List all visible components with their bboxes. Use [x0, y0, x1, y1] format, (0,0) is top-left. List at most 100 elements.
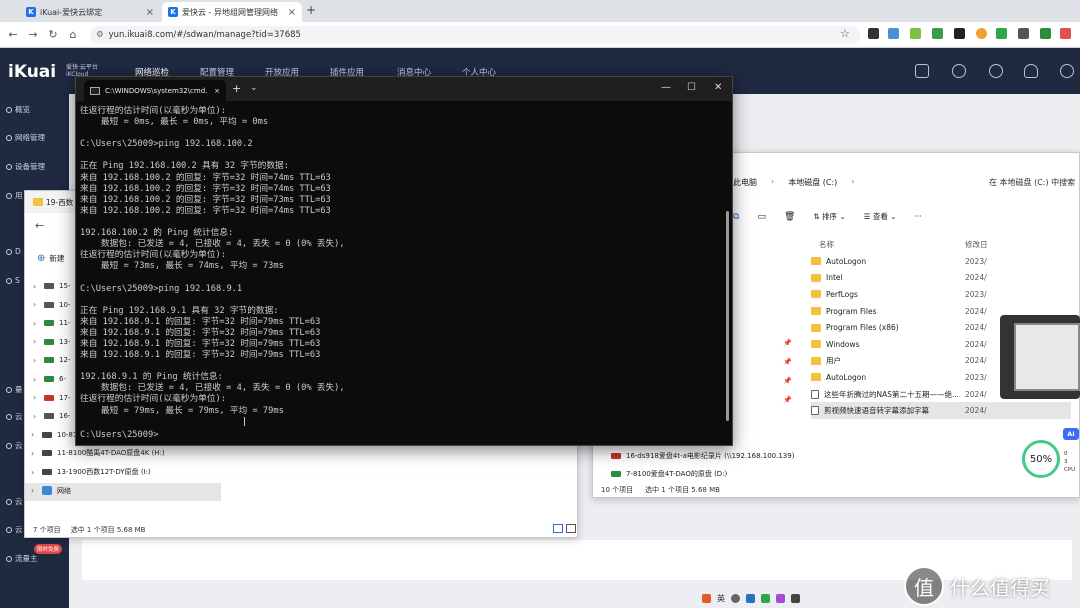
- shield-icon[interactable]: [996, 28, 1007, 39]
- tiles-view-icon[interactable]: [566, 524, 576, 533]
- sidebar-item-network[interactable]: 网络管理: [6, 132, 45, 143]
- new-button[interactable]: ⊕ 新建: [37, 253, 64, 264]
- link-icon[interactable]: [952, 64, 966, 78]
- chevron-right-icon[interactable]: ›: [33, 319, 39, 328]
- user-icon[interactable]: [1060, 64, 1074, 78]
- folder-row[interactable]: PerfLogs 2023/: [811, 286, 1071, 303]
- pin-icon[interactable]: 📌: [783, 377, 792, 385]
- sidebar-item-9[interactable]: 云: [6, 440, 23, 451]
- sidebar-item-6[interactable]: S: [6, 276, 20, 285]
- reload-icon[interactable]: ↻: [46, 28, 60, 42]
- chevron-right-icon[interactable]: ›: [33, 300, 39, 309]
- close-icon[interactable]: ×: [214, 87, 220, 95]
- chevron-down-icon[interactable]: ⌄: [250, 83, 258, 93]
- nav-tree-item[interactable]: 16-ds918爱盘4t-a电影纪录片 (\\192.168.100.139): [611, 451, 794, 461]
- sidebar-item-8[interactable]: 云: [6, 411, 23, 422]
- address-bar[interactable]: ⚙ yun.ikuai8.com/#/sdwan/manage?tid=3768…: [90, 26, 860, 44]
- pin-icon[interactable]: 📌: [783, 339, 792, 347]
- home-icon[interactable]: ⌂: [66, 28, 80, 42]
- bookmark-star-icon[interactable]: ☆: [840, 27, 850, 40]
- details-view-icon[interactable]: [553, 524, 563, 533]
- usage-meter[interactable]: 50%: [1022, 440, 1060, 478]
- column-header-date[interactable]: 修改日: [965, 239, 988, 250]
- view-button[interactable]: ☰ 查看 ⌄: [864, 211, 897, 222]
- ai-button[interactable]: AI: [1063, 428, 1079, 440]
- grid-icon[interactable]: [915, 64, 929, 78]
- back-icon[interactable]: ←: [6, 28, 20, 42]
- folder-row[interactable]: AutoLogon 2023/: [811, 253, 1071, 270]
- grid-icon[interactable]: [791, 594, 800, 603]
- sort-button[interactable]: ⇅ 排序 ⌄: [813, 211, 845, 222]
- chevron-right-icon[interactable]: ›: [31, 449, 37, 458]
- extension-icon[interactable]: [954, 28, 965, 39]
- sidebar-item-11[interactable]: 云: [6, 524, 23, 535]
- extension-icon[interactable]: [888, 28, 899, 39]
- browser-tab-2[interactable]: K 爱快云 - 异地组网管理网络 ×: [162, 2, 302, 22]
- close-icon[interactable]: ×: [288, 7, 296, 18]
- download-icon[interactable]: [1040, 28, 1051, 39]
- sidebar-item-4[interactable]: 用: [6, 190, 23, 201]
- new-tab-icon[interactable]: +: [232, 82, 241, 95]
- crumb-c-drive[interactable]: 本地磁盘 (C:): [788, 177, 837, 188]
- chevron-right-icon[interactable]: ›: [33, 393, 39, 402]
- tree-item[interactable]: › 13-: [33, 334, 70, 350]
- skin-icon[interactable]: [776, 594, 785, 603]
- crumb-this-pc[interactable]: 此电脑: [733, 177, 757, 188]
- scrollbar-thumb[interactable]: [726, 211, 729, 421]
- tree-item[interactable]: › 11-8100酷禹4T-DAO原盘4K (H:): [31, 445, 165, 461]
- new-tab-button[interactable]: +: [306, 3, 316, 17]
- back-icon[interactable]: ←: [35, 219, 44, 232]
- terminal-output[interactable]: 往返行程的估计时间(以毫秒为单位): 最短 = 0ms, 最长 = 0ms, 平…: [80, 106, 730, 446]
- tree-item[interactable]: › 17-: [33, 390, 70, 406]
- close-icon[interactable]: ✕: [714, 82, 722, 93]
- nav-tree-item[interactable]: 7-8100爱盘4T-DAO的原盘 (D:): [611, 469, 727, 479]
- search-input[interactable]: 在 本地磁盘 (C:) 中搜索: [989, 177, 1075, 188]
- tree-item[interactable]: › 13-1900西数12T-DY原盘 (I:): [31, 464, 151, 480]
- chevron-right-icon[interactable]: ›: [33, 356, 39, 365]
- browser-tab-1[interactable]: K iKuai-爱快云绑定 ×: [20, 2, 160, 22]
- tree-item[interactable]: › 15-: [33, 278, 70, 294]
- tree-item[interactable]: › 6-: [33, 371, 66, 387]
- chevron-right-icon[interactable]: ›: [33, 375, 39, 384]
- chevron-right-icon[interactable]: ›: [31, 468, 37, 477]
- pin-icon[interactable]: 📌: [783, 358, 792, 366]
- android-icon[interactable]: [932, 28, 943, 39]
- pin-icon[interactable]: 📌: [783, 396, 792, 404]
- maximize-icon[interactable]: ☐: [687, 82, 696, 93]
- punctuation-icon[interactable]: [731, 594, 740, 603]
- cmd-tab[interactable]: C:\WINDOWS\system32\cmd. ×: [84, 80, 226, 101]
- sidebar-item-device[interactable]: 设备管理: [6, 161, 45, 172]
- sidebar-item-7[interactable]: 量: [6, 384, 23, 395]
- tree-item[interactable]: › 11-: [33, 315, 70, 331]
- headset-icon[interactable]: [989, 64, 1003, 78]
- sidebar-item-flow[interactable]: 流量主: [6, 553, 38, 564]
- tree-item[interactable]: › 16-: [33, 408, 70, 424]
- emoji-icon[interactable]: [761, 594, 770, 603]
- delete-icon[interactable]: 🗑: [784, 212, 795, 222]
- tree-item[interactable]: › 12-: [33, 352, 70, 368]
- mic-icon[interactable]: [746, 594, 755, 603]
- ime-language[interactable]: 英: [717, 593, 725, 604]
- extension-icon[interactable]: [976, 28, 987, 39]
- folder-row[interactable]: Intel 2024/: [811, 270, 1071, 287]
- chevron-right-icon[interactable]: ›: [33, 282, 39, 291]
- tree-item[interactable]: › 10-: [33, 297, 70, 313]
- column-header-name[interactable]: 名称: [819, 239, 834, 250]
- close-icon[interactable]: ×: [146, 7, 154, 18]
- sidebar-item-10[interactable]: 云: [6, 496, 23, 507]
- forward-icon[interactable]: →: [26, 28, 40, 42]
- extension-icon[interactable]: [1018, 28, 1029, 39]
- site-info-icon[interactable]: ⚙: [96, 30, 104, 40]
- extension-icon[interactable]: [1060, 28, 1071, 39]
- tree-item[interactable]: › 网络: [31, 483, 71, 499]
- chevron-right-icon[interactable]: ›: [31, 486, 37, 495]
- chevron-right-icon[interactable]: ›: [33, 337, 39, 346]
- extension-icon[interactable]: [910, 28, 921, 39]
- extension-icon[interactable]: [868, 28, 879, 39]
- chevron-right-icon[interactable]: ›: [33, 412, 39, 421]
- sidebar-item-5[interactable]: D: [6, 247, 21, 256]
- rename-icon[interactable]: ▭: [757, 212, 766, 222]
- bulb-icon[interactable]: [1024, 64, 1038, 78]
- tree-item[interactable]: › 10-87: [31, 427, 77, 443]
- minimize-icon[interactable]: —: [661, 82, 671, 93]
